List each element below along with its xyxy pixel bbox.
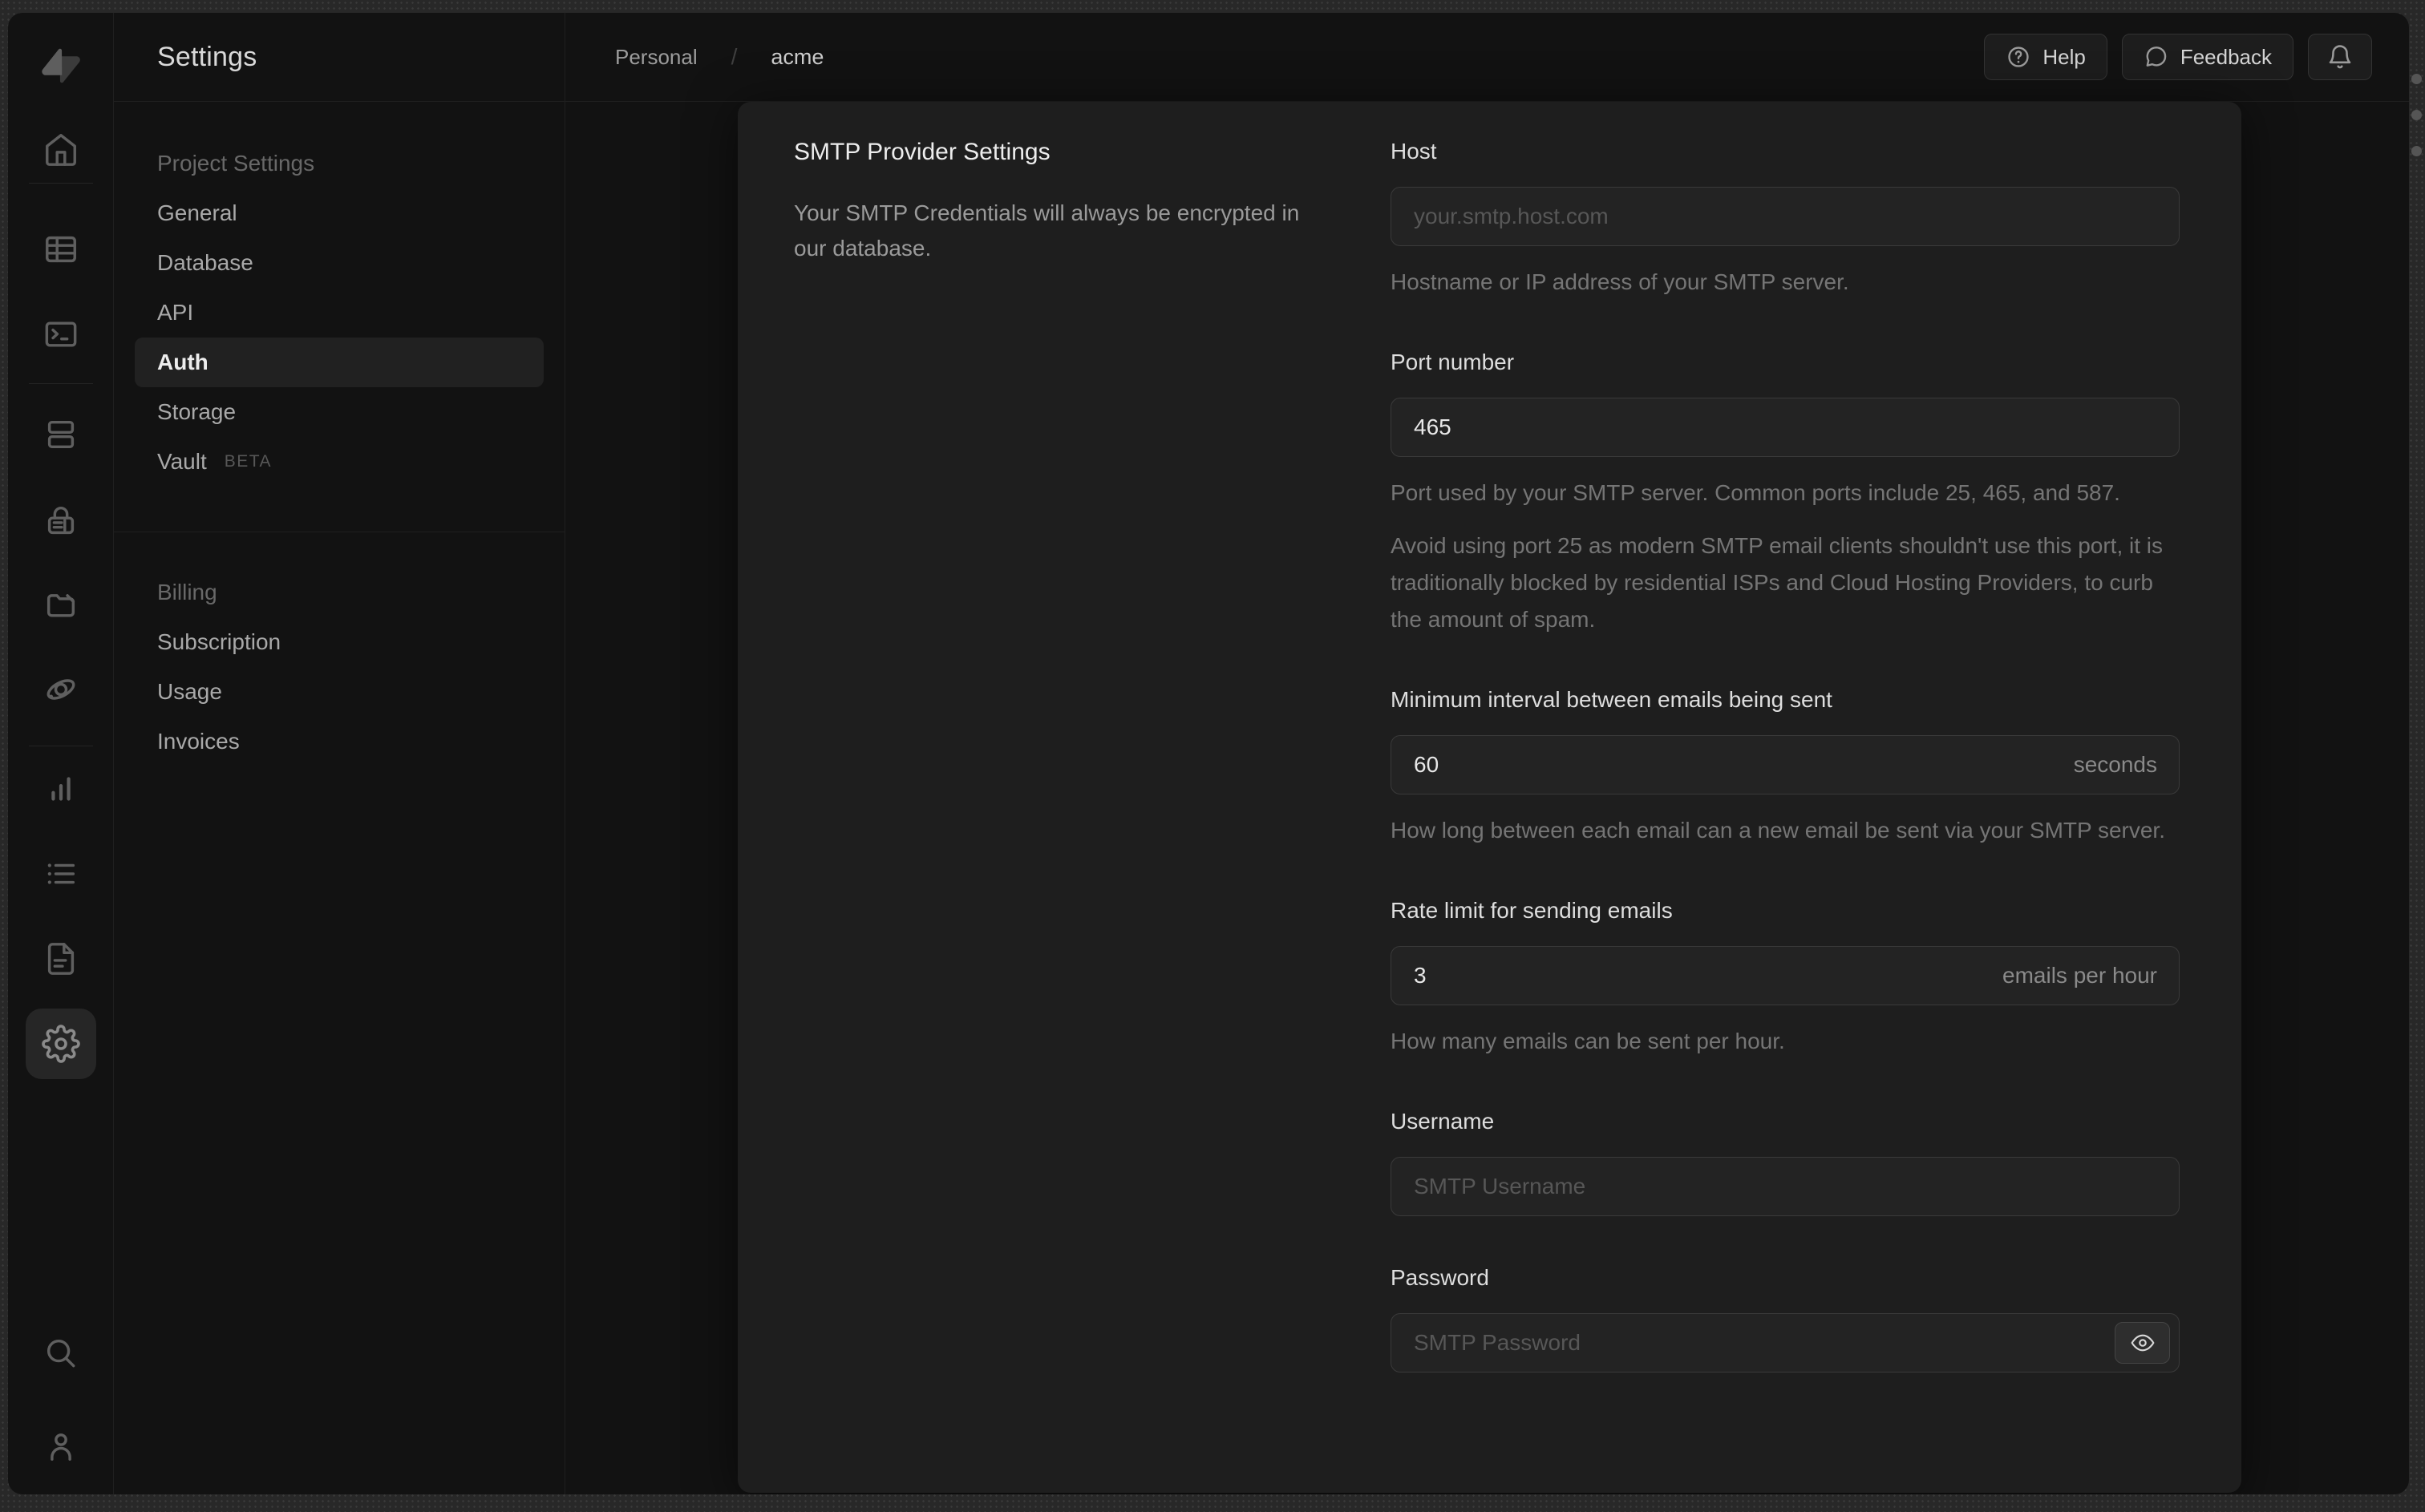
- password-label: Password: [1391, 1265, 1489, 1290]
- port-helper-2: Avoid using port 25 as modern SMTP email…: [1391, 533, 2164, 632]
- sidebar-item-table-editor[interactable]: [26, 214, 96, 285]
- eye-icon: [2131, 1334, 2154, 1352]
- port-input[interactable]: [1391, 398, 2180, 457]
- reports-icon: [51, 777, 71, 801]
- nav-item-vault-label: Vault: [157, 449, 207, 474]
- username-field-group: Username: [1391, 1108, 2180, 1216]
- supabase-bolt-icon: [41, 48, 80, 83]
- interval-input[interactable]: [1391, 735, 2180, 794]
- desktop-frame: Settings Project Settings General Databa…: [0, 0, 2425, 1512]
- edge-functions-icon: [47, 679, 75, 700]
- breadcrumb-separator: /: [731, 44, 738, 69]
- breadcrumb-org[interactable]: Personal: [615, 45, 698, 70]
- username-label: Username: [1391, 1109, 1495, 1134]
- user-icon: [50, 1433, 71, 1461]
- sidebar-item-edge-functions[interactable]: [26, 654, 96, 725]
- sidebar-item-storage[interactable]: [26, 569, 96, 640]
- beta-badge: BETA: [224, 452, 273, 471]
- nav-item-general[interactable]: General: [114, 188, 565, 238]
- smtp-settings-panel: SMTP Provider Settings Your SMTP Credent…: [738, 102, 2241, 1493]
- nav-item-usage[interactable]: Usage: [114, 667, 565, 717]
- topbar: Personal / acme Help Feedback: [565, 13, 2409, 102]
- docs-icon: [47, 943, 74, 975]
- help-icon: [2008, 46, 2029, 67]
- sidebar-item-auth[interactable]: [26, 486, 96, 556]
- nav-section-project-settings: Project Settings: [157, 151, 315, 176]
- host-field-group: Host Hostname or IP address of your SMTP…: [1391, 138, 2180, 301]
- supabase-logo[interactable]: [26, 30, 96, 101]
- help-button[interactable]: Help: [1984, 34, 2107, 80]
- nav-item-database[interactable]: Database: [114, 238, 565, 288]
- nav-item-vault[interactable]: Vault BETA: [114, 437, 565, 487]
- help-button-label: Help: [2042, 44, 2086, 69]
- settings-gear-icon: [41, 1025, 80, 1063]
- panel-title: SMTP Provider Settings: [794, 139, 1051, 165]
- notifications-button[interactable]: [2308, 34, 2372, 80]
- rail-divider: [28, 183, 93, 184]
- interval-label: Minimum interval between emails being se…: [1391, 687, 1832, 712]
- nav-section-billing: Billing: [157, 580, 217, 604]
- feedback-button-label: Feedback: [2180, 44, 2272, 69]
- auth-lock-icon: [47, 507, 74, 535]
- page-title: Settings: [157, 41, 257, 72]
- sidebar-item-search[interactable]: [26, 1318, 96, 1389]
- feedback-icon: [2146, 46, 2166, 67]
- storage-folder-icon: [47, 594, 75, 617]
- interval-field-group: Minimum interval between emails being se…: [1391, 686, 2180, 849]
- toggle-password-visibility-button[interactable]: [2115, 1322, 2170, 1364]
- rate-limit-helper: How many emails can be sent per hour.: [1391, 1029, 1785, 1053]
- panel-description: Your SMTP Credentials will always be enc…: [794, 200, 1300, 261]
- settings-sidebar-header: Settings: [114, 13, 565, 102]
- nav-item-subscription[interactable]: Subscription: [114, 617, 565, 667]
- sidebar-item-account[interactable]: [26, 1411, 96, 1482]
- app-window: Settings Project Settings General Databa…: [8, 13, 2409, 1494]
- sidebar-item-logs[interactable]: [26, 839, 96, 909]
- port-field-group: Port number Port used by your SMTP serve…: [1391, 349, 2180, 638]
- nav-item-auth[interactable]: Auth: [135, 338, 544, 387]
- rate-limit-field-group: Rate limit for sending emails emails per…: [1391, 897, 2180, 1060]
- username-input[interactable]: [1391, 1157, 2180, 1216]
- nav-item-api[interactable]: API: [114, 288, 565, 338]
- nav-item-storage[interactable]: Storage: [114, 387, 565, 437]
- logs-icon: [47, 863, 75, 884]
- host-input[interactable]: [1391, 187, 2180, 246]
- interval-helper: How long between each email can a new em…: [1391, 818, 2165, 843]
- sidebar-item-settings[interactable]: [25, 1009, 96, 1079]
- host-helper: Hostname or IP address of your SMTP serv…: [1391, 269, 1849, 294]
- scrollbar-dot[interactable]: [2411, 74, 2422, 84]
- password-field-group: Password: [1391, 1264, 2180, 1373]
- sql-editor-icon: [45, 321, 76, 347]
- sidebar-item-docs[interactable]: [26, 924, 96, 994]
- settings-sidebar: Settings Project Settings General Databa…: [114, 13, 565, 1494]
- sidebar-item-database[interactable]: [26, 399, 96, 470]
- sidebar-item-sql-editor[interactable]: [26, 299, 96, 370]
- rail-divider: [28, 383, 93, 384]
- settings-nav: Project Settings General Database API Au…: [114, 102, 565, 766]
- panel-description-column: SMTP Provider Settings Your SMTP Credent…: [794, 134, 1391, 1373]
- home-icon: [45, 134, 76, 166]
- icon-sidebar: [8, 13, 114, 1494]
- breadcrumb-project[interactable]: acme: [771, 45, 824, 70]
- sidebar-item-home[interactable]: [26, 115, 96, 185]
- rate-limit-input[interactable]: [1391, 946, 2180, 1005]
- rate-limit-label: Rate limit for sending emails: [1391, 898, 1673, 923]
- search-icon: [47, 1339, 75, 1368]
- password-input[interactable]: [1391, 1313, 2180, 1373]
- sidebar-item-reports[interactable]: [26, 754, 96, 824]
- bell-icon: [2329, 45, 2351, 69]
- database-icon: [47, 420, 74, 449]
- table-editor-icon: [45, 236, 76, 263]
- scrollbar-dot[interactable]: [2411, 110, 2422, 120]
- port-helper-1: Port used by your SMTP server. Common po…: [1391, 480, 2120, 505]
- host-label: Host: [1391, 139, 1437, 164]
- nav-item-invoices[interactable]: Invoices: [114, 717, 565, 766]
- panel-form-column: Host Hostname or IP address of your SMTP…: [1391, 134, 2180, 1373]
- scrollbar-dot[interactable]: [2411, 146, 2422, 156]
- main-area: Personal / acme Help Feedback SMTP Provi…: [565, 13, 2409, 1494]
- port-label: Port number: [1391, 350, 1515, 374]
- content-area: SMTP Provider Settings Your SMTP Credent…: [565, 102, 2409, 1494]
- feedback-button[interactable]: Feedback: [2121, 34, 2293, 80]
